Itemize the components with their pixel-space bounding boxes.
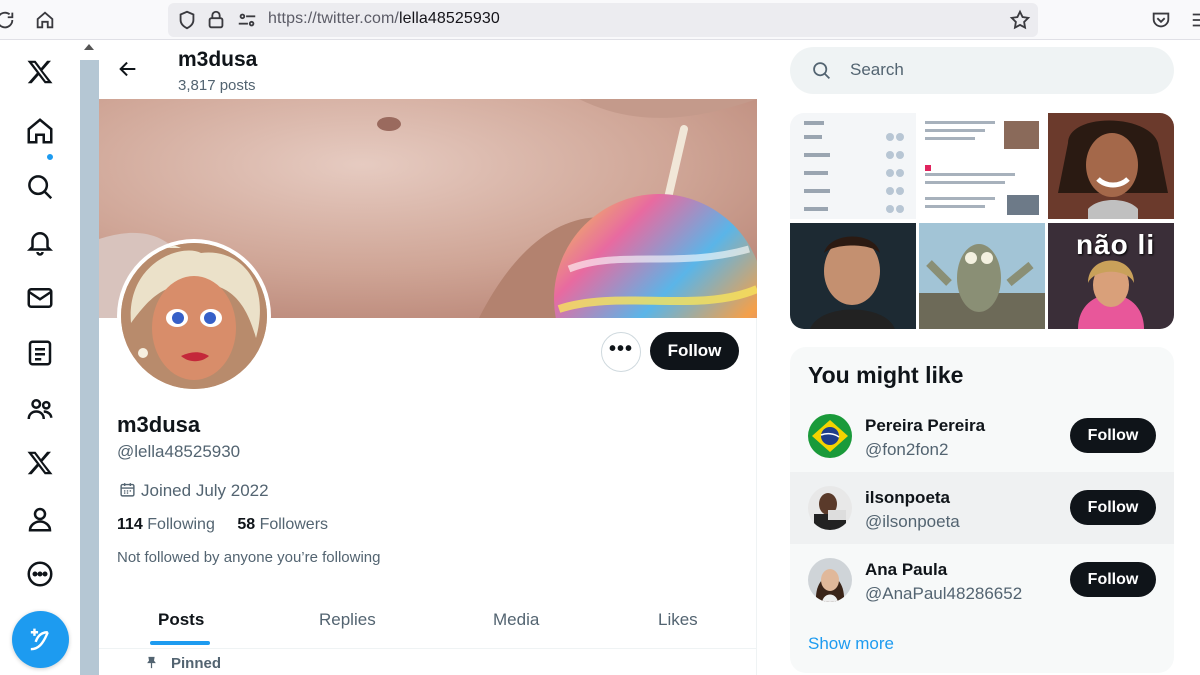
media-preview-grid[interactable]: não li bbox=[790, 113, 1174, 329]
scrollbar-thumb[interactable] bbox=[80, 60, 99, 675]
user-name[interactable]: Ana Paula bbox=[865, 560, 947, 580]
profile-avatar[interactable] bbox=[117, 239, 271, 393]
user-avatar[interactable] bbox=[808, 414, 852, 458]
more-options-button[interactable]: ••• bbox=[601, 332, 641, 372]
reload-icon[interactable] bbox=[0, 9, 16, 31]
header-post-count: 3,817 posts bbox=[178, 77, 256, 94]
pocket-icon[interactable] bbox=[1150, 9, 1172, 31]
follow-user-button[interactable]: Follow bbox=[1070, 562, 1156, 597]
media-tile-caption: não li bbox=[1076, 229, 1156, 260]
messages-icon[interactable] bbox=[25, 283, 55, 313]
media-tile-4[interactable] bbox=[790, 223, 916, 329]
profile-handle: @lella48525930 bbox=[117, 442, 241, 461]
premium-icon[interactable] bbox=[25, 448, 55, 478]
notifications-icon[interactable] bbox=[25, 227, 55, 257]
following-link[interactable]: 114 Following bbox=[117, 516, 215, 533]
communities-icon[interactable] bbox=[25, 394, 55, 424]
pin-icon bbox=[147, 656, 156, 669]
user-handle[interactable]: @fon2fon2 bbox=[865, 440, 948, 460]
search-icon bbox=[813, 62, 830, 79]
panel-title: You might like bbox=[808, 362, 964, 388]
follow-user-button[interactable]: Follow bbox=[1070, 490, 1156, 525]
x-logo[interactable] bbox=[25, 57, 55, 87]
user-avatar[interactable] bbox=[808, 558, 852, 602]
browser-toolbar: https://twitter.com/lella48525930 bbox=[0, 0, 1200, 40]
media-tile-1[interactable] bbox=[790, 113, 916, 219]
header-name: m3dusa bbox=[178, 48, 258, 71]
calendar-icon bbox=[120, 483, 135, 497]
search-box[interactable] bbox=[790, 47, 1174, 94]
url-text: https://twitter.com/lella48525930 bbox=[268, 10, 500, 27]
shield-icon[interactable] bbox=[176, 9, 198, 31]
active-tab-indicator bbox=[150, 641, 210, 645]
pinned-label: Pinned bbox=[144, 655, 221, 672]
media-tile-6[interactable]: não li bbox=[1048, 223, 1174, 329]
star-icon[interactable] bbox=[1009, 9, 1031, 31]
follow-button[interactable]: Follow bbox=[650, 332, 739, 370]
notification-dot bbox=[46, 153, 54, 161]
tab-media[interactable]: Media bbox=[493, 610, 539, 630]
media-tile-5[interactable] bbox=[919, 223, 1045, 329]
home-icon[interactable] bbox=[25, 116, 55, 146]
tab-likes[interactable]: Likes bbox=[658, 610, 698, 630]
more-icon[interactable] bbox=[25, 559, 55, 589]
profile-name: m3dusa bbox=[117, 412, 201, 437]
permissions-icon[interactable] bbox=[236, 9, 258, 31]
lists-icon[interactable] bbox=[25, 338, 55, 368]
user-handle[interactable]: @AnaPaul48286652 bbox=[865, 584, 1022, 604]
explore-icon[interactable] bbox=[25, 172, 55, 202]
lock-icon[interactable] bbox=[205, 9, 227, 31]
not-followed-note: Not followed by anyone you’re following bbox=[117, 549, 381, 566]
follow-user-button[interactable]: Follow bbox=[1070, 418, 1156, 453]
user-name[interactable]: Pereira Pereira bbox=[865, 416, 985, 436]
menu-icon[interactable] bbox=[1190, 9, 1200, 31]
user-handle[interactable]: @ilsonpoeta bbox=[865, 512, 960, 532]
left-navigation bbox=[0, 40, 80, 675]
tab-replies[interactable]: Replies bbox=[319, 610, 376, 630]
who-to-follow-panel: You might like Pereira Pereira @fon2fon2… bbox=[790, 347, 1174, 673]
search-input[interactable] bbox=[850, 60, 1150, 80]
profile-column: m3dusa 3,817 posts ••• Follow m3dusa @le… bbox=[99, 40, 757, 675]
followers-link[interactable]: 58 Followers bbox=[237, 516, 328, 533]
media-tile-2[interactable] bbox=[919, 113, 1045, 219]
joined-label: Joined July 2022 bbox=[141, 481, 269, 500]
scroll-up-arrow[interactable] bbox=[84, 44, 94, 50]
profile-header: m3dusa 3,817 posts bbox=[99, 40, 757, 99]
user-name[interactable]: ilsonpoeta bbox=[865, 488, 950, 508]
follow-stats: 114 Following 58 Followers bbox=[117, 516, 328, 534]
tab-posts[interactable]: Posts bbox=[158, 610, 204, 630]
media-tile-3[interactable] bbox=[1048, 113, 1174, 219]
user-avatar[interactable] bbox=[808, 486, 852, 530]
compose-icon bbox=[30, 628, 49, 651]
suggested-user[interactable]: ilsonpoeta @ilsonpoeta Follow bbox=[790, 472, 1174, 544]
profile-icon[interactable] bbox=[25, 504, 55, 534]
profile-tabs: Posts Replies Media Likes bbox=[99, 600, 757, 649]
show-more-link[interactable]: Show more bbox=[808, 634, 894, 654]
browser-home-icon[interactable] bbox=[34, 9, 56, 31]
back-arrow-icon[interactable] bbox=[117, 58, 139, 80]
avatar-image bbox=[121, 243, 267, 389]
suggested-user[interactable]: Ana Paula @AnaPaul48286652 Follow bbox=[790, 544, 1174, 616]
compose-button[interactable] bbox=[12, 611, 69, 668]
suggested-user[interactable]: Pereira Pereira @fon2fon2 Follow bbox=[790, 400, 1174, 472]
joined-date: Joined July 2022 bbox=[119, 481, 269, 501]
